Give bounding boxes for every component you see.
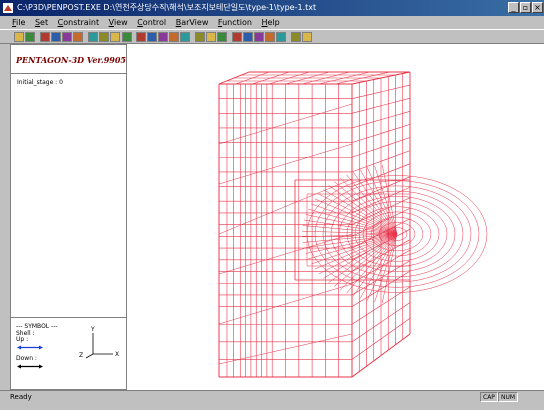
select-icon[interactable] [217, 32, 227, 42]
app-icon [3, 3, 13, 13]
info-panel: PENTAGON-3D Ver.9905 Initial_stage : 0 -… [10, 44, 127, 390]
mesh-line [374, 233, 398, 303]
zoom-out-icon[interactable] [206, 32, 216, 42]
layer-icon[interactable] [232, 32, 242, 42]
menu-file[interactable]: File [12, 16, 25, 29]
down-label: Down : [16, 355, 37, 362]
menu-bar: File Set Constraint View Control BarView… [0, 16, 544, 29]
stage-label: Initial_stage : 0 [17, 79, 63, 86]
minimize-button[interactable]: _ [508, 2, 519, 13]
close-button[interactable]: × [532, 2, 543, 13]
palette-icon[interactable] [99, 32, 109, 42]
wireframe-mesh[interactable] [127, 44, 544, 390]
axis-y-label: Y [91, 326, 95, 333]
symbol-divider [11, 317, 126, 318]
print-icon[interactable] [265, 32, 275, 42]
tool-icon[interactable] [25, 32, 35, 42]
window-title: C:\P3D\PENPOST.EXE D:\연천주상당수직\해석\보조지보테단일… [17, 3, 317, 12]
menu-constraint[interactable]: Constraint [58, 16, 99, 29]
up-label: Up : [16, 336, 29, 343]
menu-barview[interactable]: BarView [176, 16, 209, 29]
menu-help[interactable]: Help [262, 16, 280, 29]
title-bar: C:\P3D\PENPOST.EXE D:\연천주상당수직\해석\보조지보테단일… [0, 0, 544, 16]
up-arrow-icon [17, 345, 43, 350]
down-arrow-icon [17, 364, 43, 369]
status-text: Ready [10, 393, 32, 401]
menu-set[interactable]: Set [35, 16, 48, 29]
menu-control[interactable]: Control [137, 16, 166, 29]
reset-icon[interactable] [158, 32, 168, 42]
panel-divider [11, 73, 126, 74]
zoom-in-icon[interactable] [195, 32, 205, 42]
numlock-indicator: NUM [498, 392, 519, 402]
menu-view[interactable]: View [109, 16, 128, 29]
pencil-icon[interactable] [40, 32, 50, 42]
view-icon[interactable] [62, 32, 72, 42]
open-icon[interactable] [14, 32, 24, 42]
axis-z-label: Z [79, 352, 84, 359]
pan-icon[interactable] [147, 32, 157, 42]
program-brand: PENTAGON-3D Ver.9905 [16, 55, 126, 65]
app-window: C:\P3D\PENPOST.EXE D:\연천주상당수직\해석\보조지보테단일… [0, 0, 544, 410]
constraint-icon[interactable] [51, 32, 61, 42]
symbol-header: --- SYMBOL --- [16, 323, 58, 330]
axis-x-label: X [115, 351, 120, 358]
export-icon[interactable] [276, 32, 286, 42]
menu-function[interactable]: Function [218, 16, 252, 29]
barview-icon[interactable] [88, 32, 98, 42]
help-icon[interactable] [302, 32, 312, 42]
move-icon[interactable] [169, 32, 179, 42]
model-canvas[interactable] [127, 44, 544, 390]
zoom-icon[interactable] [122, 32, 132, 42]
function-icon[interactable] [110, 32, 120, 42]
info-icon[interactable] [291, 32, 301, 42]
status-bar: Ready CAP NUM [0, 390, 544, 410]
caps-indicator: CAP [480, 392, 498, 402]
rotate-icon[interactable] [136, 32, 146, 42]
render-icon[interactable] [243, 32, 253, 42]
mesh-icon[interactable] [254, 32, 264, 42]
fit-icon[interactable] [180, 32, 190, 42]
grid-icon[interactable] [73, 32, 83, 42]
maximize-button[interactable]: ▫ [520, 2, 531, 13]
toolbar [0, 29, 544, 44]
